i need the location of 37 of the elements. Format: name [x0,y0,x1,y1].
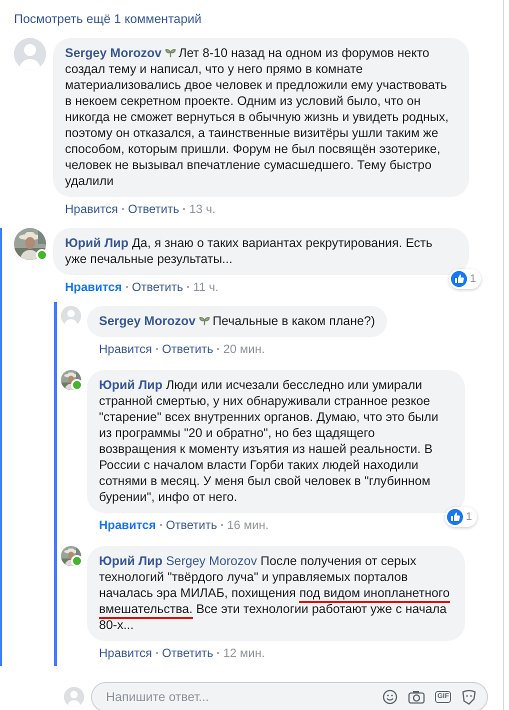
reply-link[interactable]: Ответить [162,646,214,660]
comment-time: 11 ч. [193,280,219,294]
avatar-placeholder-icon [14,38,46,70]
avatar-placeholder-icon [61,306,81,326]
like-icon [446,509,463,525]
comment-time: 12 мин. [223,646,265,660]
like-link[interactable]: Нравится [65,202,118,216]
like-link[interactable]: Нравится [99,518,156,532]
author-link[interactable]: Sergey Morozov [65,46,162,60]
like-link[interactable]: Нравится [99,646,152,660]
author-link[interactable]: Юрий Лир [99,554,162,568]
reply-link[interactable]: Ответить [162,342,214,356]
comment-time: 20 мин. [223,342,265,356]
author-link[interactable]: Юрий Лир [99,378,162,392]
mention-link[interactable]: Sergey Morozov [166,554,257,568]
author-link[interactable]: Sergey Morozov [99,314,196,328]
avatar-placeholder-icon [64,687,84,707]
comment-text: Юрий Лир Люди или исчезали бесследно или умирали странной смертью, у них обнаруживали странное резкое "старение" всех внутренних органов. Думаю, что это были из программы "20 и обратно", но без щадящего возвращения к моменту изъятия из нашей реальности. В России с началом власти Горби таких людей находили сотнями в месяц. У меня был свой человек в "глубинном бурении", инфо от него. [99,377,440,505]
comment-text: Юрий Лир Да, я знаю о таких вариантах рекрутирования. Есть уже печальные результаты... [65,235,434,267]
more-comments-link[interactable]: Посмотреть ещё 1 комментарий [14,11,202,27]
comment-text: Sergey Morozov Лет 8-10 назад на одном из форумов некто создал тему и написал, что у него прямо в комнате материализовались двое человек и предложили ему участвовать в некоем секретном проекте. Одним из условий было, что он никогда не сможет вернуться в обычную жизнь и увидеть родных, поэтому он отказался, а таинственные визитёры ушли таким же способом, которым пришли. Форум не был посвящён эзотерике, человек не вызывал впечатление сумасшедшего. Тему быстро удалили [65,45,450,189]
camera-icon[interactable] [408,689,426,705]
sticker-icon[interactable] [461,689,477,705]
like-link[interactable]: Нравится [99,342,152,356]
comment-text: Sergey Morozov Печальные в каком плане?) [99,313,376,329]
comment-time: 16 мин. [227,518,269,532]
like-icon [450,271,467,287]
like-link[interactable]: Нравится [65,280,122,294]
reply-link[interactable]: Ответить [132,280,184,294]
comment-time: 13 ч. [189,202,216,216]
reply-link[interactable]: Ответить [128,202,180,216]
reaction-number: 1 [466,511,472,523]
reply-link[interactable]: Ответить [166,518,218,532]
author-link[interactable]: Юрий Лир [65,236,128,250]
reaction-number: 1 [470,273,476,285]
comment-text: Юрий Лир Sergey Morozov После получения от серых технологий "твёрдого луча" и управляемых порталов началась эра МИЛАБ, похищения под видом инопланетного вмешательства. Все эти технологии работают уже с начала 80-х... [99,553,451,633]
emoji-icon[interactable] [382,689,398,705]
